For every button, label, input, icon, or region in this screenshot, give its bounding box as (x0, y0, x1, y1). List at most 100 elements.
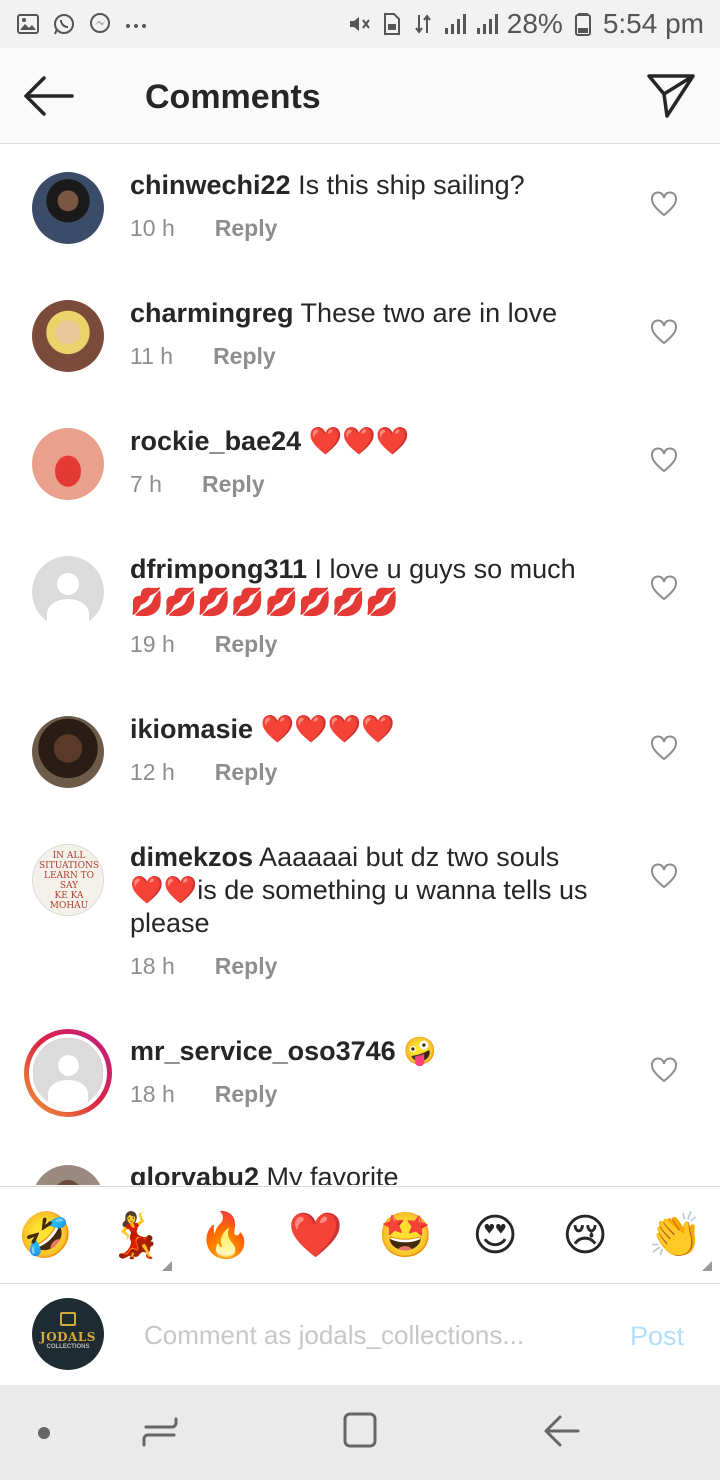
heart-icon[interactable] (650, 735, 678, 761)
data-icon (414, 14, 431, 34)
heart-icon[interactable] (650, 319, 678, 345)
post-button[interactable]: Post (630, 1321, 684, 1352)
reply-button[interactable]: Reply (215, 631, 278, 658)
heart-icon[interactable] (650, 863, 678, 889)
status-right: 28% 5:54 pm (347, 8, 704, 40)
comment-username[interactable]: chinwechi22 (130, 170, 291, 200)
reply-button[interactable]: Reply (215, 953, 278, 980)
skin-tone-indicator-icon (162, 1261, 172, 1271)
comment-username[interactable]: dfrimpong311 (130, 554, 307, 584)
avatar[interactable] (32, 428, 104, 500)
comment-meta: 10 h Reply (130, 215, 277, 242)
status-time: 5:54 pm (602, 8, 704, 39)
status-bar: 28% 5:54 pm (0, 0, 720, 48)
nav-dot-icon[interactable] (38, 1427, 50, 1439)
reply-button[interactable]: Reply (215, 759, 278, 786)
comment-composer: JODALS COLLECTIONS Post (0, 1285, 720, 1385)
more-icon (126, 24, 146, 28)
emoji-heart[interactable]: ❤️ (288, 1209, 343, 1263)
mute-icon (349, 17, 370, 31)
emoji-fire[interactable]: 🔥 (198, 1209, 253, 1263)
comment-text: ikiomasie ❤️❤️❤️❤️ (130, 713, 610, 746)
signal-icon (444, 14, 466, 34)
comment-body: 🤪 (395, 1036, 437, 1066)
heart-icon[interactable] (650, 447, 678, 473)
default-avatar-icon (33, 1038, 103, 1108)
heart-icon[interactable] (650, 575, 678, 601)
home-icon[interactable] (342, 1411, 378, 1449)
sim-icon (383, 13, 400, 35)
avatar[interactable] (32, 1165, 104, 1185)
avatar-text-line: LEARN TO (44, 871, 94, 881)
comment-time: 11 h (130, 343, 174, 369)
battery-percent: 28% (506, 8, 563, 39)
avatar[interactable] (32, 172, 104, 244)
reply-button[interactable]: Reply (213, 343, 276, 370)
system-nav-bar (0, 1385, 720, 1480)
back-icon[interactable] (542, 1411, 582, 1451)
comment-time: 7 h (130, 471, 162, 497)
comment-input[interactable] (144, 1315, 574, 1355)
comment-text: rockie_bae24 ❤️❤️❤️ (130, 425, 610, 458)
reply-button[interactable]: Reply (215, 1081, 278, 1108)
avatar[interactable]: IN ALL SITUATIONS LEARN TO SAY KE KA MOH… (32, 844, 104, 916)
comment-username[interactable]: mr_service_oso3746 (130, 1036, 396, 1066)
default-avatar-icon (32, 556, 104, 628)
emoji-clapping[interactable]: 👏 (648, 1209, 703, 1263)
page-title: Comments (145, 78, 321, 116)
comments-list[interactable]: chinwechi22 Is this ship sailing? 10 h R… (0, 145, 720, 1185)
comment-meta: 19 h Reply (130, 631, 277, 658)
emoji-crying[interactable]: 😢 (558, 1209, 612, 1263)
comment-time: 19 h (130, 631, 175, 657)
comment-meta: 7 h Reply (130, 471, 265, 498)
comments-header: Comments (0, 48, 720, 144)
comment-time: 18 h (130, 953, 175, 979)
comment-meta: 11 h Reply (130, 343, 276, 370)
messenger-icon (90, 13, 110, 33)
comment-time: 12 h (130, 759, 175, 785)
avatar-story-ring[interactable] (24, 1029, 112, 1117)
comment-meta: 18 h Reply (130, 953, 277, 980)
comment-username[interactable]: rockie_bae24 (130, 426, 301, 456)
recent-apps-icon[interactable] (140, 1411, 180, 1451)
comment-text: glorvabu2 My favorite (130, 1161, 610, 1185)
avatar (29, 1034, 107, 1112)
comment-meta: 12 h Reply (130, 759, 277, 786)
comment-time: 10 h (130, 215, 175, 241)
comment-username[interactable]: dimekzos (130, 842, 253, 872)
comment-username[interactable]: glorvabu2 (130, 1162, 259, 1185)
heart-icon[interactable] (650, 191, 678, 217)
comment-username[interactable]: charmingreg (130, 298, 294, 328)
skin-tone-indicator-icon (702, 1261, 712, 1271)
arrow-left-icon[interactable] (22, 76, 74, 116)
whatsapp-icon (54, 14, 74, 35)
avatar-text-image: IN ALL SITUATIONS LEARN TO SAY KE KA MOH… (33, 851, 103, 911)
comment-meta: 18 h Reply (130, 1081, 277, 1108)
reply-button[interactable]: Reply (202, 471, 265, 498)
emoji-dancer[interactable]: 💃 (108, 1209, 163, 1263)
avatar-text-line: MOHAU (49, 901, 89, 911)
avatar-text-line: SAY (59, 881, 79, 891)
comment-body: My favorite (259, 1162, 399, 1185)
comment-username[interactable]: ikiomasie (130, 714, 253, 744)
battery-icon (574, 13, 591, 36)
comment-text: dimekzos Aaaaaai but dz two souls ❤️❤️is… (130, 841, 600, 940)
emoji-star-struck[interactable]: 🤩 (378, 1209, 433, 1263)
avatar[interactable] (32, 556, 104, 628)
avatar-text-line: IN ALL (52, 851, 86, 861)
paper-plane-icon[interactable] (646, 72, 696, 120)
reply-button[interactable]: Reply (215, 215, 278, 242)
avatar[interactable] (32, 716, 104, 788)
emoji-reaction-bar: 🤣 💃 🔥 ❤️ 🤩 😍 😢 👏 (0, 1186, 720, 1284)
comment-text: dfrimpong311 I love u guys so much 💋💋💋💋💋… (130, 553, 610, 619)
comment-body: ❤️❤️❤️❤️ (253, 714, 396, 744)
comment-text: mr_service_oso3746 🤪 (130, 1035, 610, 1068)
avatar-brand-sub: COLLECTIONS (46, 1344, 90, 1350)
signal-icon (476, 14, 498, 34)
emoji-heart-eyes[interactable]: 😍 (468, 1209, 522, 1263)
avatar[interactable] (32, 300, 104, 372)
comment-time: 18 h (130, 1081, 175, 1107)
my-avatar: JODALS COLLECTIONS (32, 1298, 104, 1370)
emoji-rofl[interactable]: 🤣 (18, 1209, 73, 1263)
heart-icon[interactable] (650, 1057, 678, 1083)
